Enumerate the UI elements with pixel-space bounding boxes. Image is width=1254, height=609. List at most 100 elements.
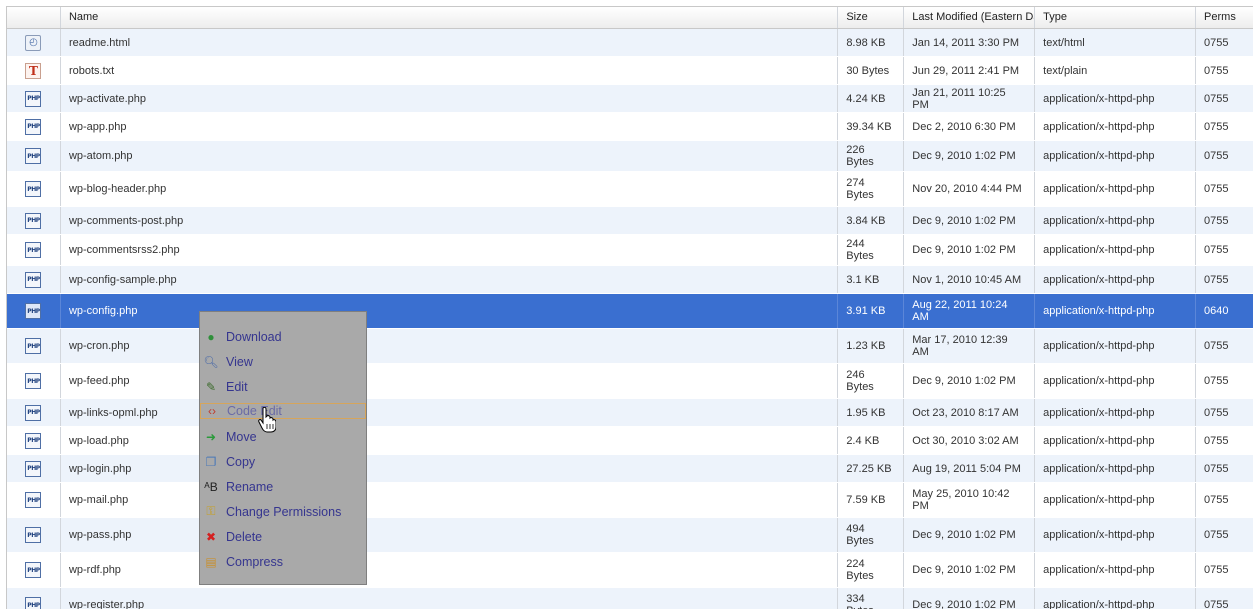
table-row[interactable]: PHP wp-blog-header.php 274 Bytes Nov 20,… [7,172,1253,207]
file-perms: 0755 [1204,244,1229,256]
header-perms[interactable]: Perms [1196,7,1253,28]
menu-item-label: Compress [226,554,283,569]
text-file-icon: T [25,62,42,79]
file-name[interactable]: wp-blog-header.php [61,172,839,206]
menu-code-edit[interactable]: ‹› Code Edit [200,403,366,419]
file-size: 274 Bytes [838,172,905,206]
header-type[interactable]: Type [1035,7,1197,28]
table-row[interactable]: PHP wp-app.php 39.34 KB Dec 2, 2010 6:30… [7,113,1253,141]
file-name[interactable]: wp-commentsrss2.php [61,235,839,265]
menu-edit[interactable]: ✎ Edit [200,374,366,399]
php-file-icon: PHP [25,527,42,543]
file-name[interactable]: wp-cron.php [61,329,839,363]
file-name[interactable]: wp-config-sample.php [61,266,839,293]
php-file-icon: PHP [25,242,42,258]
file-last-modified: Dec 9, 2010 1:02 PM [904,207,1036,234]
table-row[interactable]: T robots.txt 30 Bytes Jun 29, 2011 2:41 … [7,57,1253,85]
file-name[interactable]: wp-comments-post.php [61,207,839,234]
table-row[interactable]: PHP wp-mail.php 7.59 KB May 25, 2010 10:… [7,483,1253,518]
file-size: 2.4 KB [838,427,905,454]
file-type: application/x-httpd-php [1035,483,1197,517]
file-size: 224 Bytes [838,553,905,587]
menu-move[interactable]: ➜ Move [200,424,366,449]
table-row[interactable]: PHP wp-atom.php 226 Bytes Dec 9, 2010 1:… [7,141,1253,172]
table-row[interactable]: PHP wp-feed.php 246 Bytes Dec 9, 2010 1:… [7,364,1253,399]
file-name[interactable]: wp-pass.php [61,518,839,552]
file-name[interactable]: wp-links-opml.php [61,399,839,426]
file-last-modified: Dec 9, 2010 1:02 PM [904,141,1036,171]
menu-copy[interactable]: ❐ Copy [200,449,366,474]
file-type: application/x-httpd-php [1035,553,1197,587]
file-name[interactable]: readme.html [61,29,839,56]
file-name[interactable]: wp-app.php [61,113,839,140]
table-row[interactable]: PHP wp-login.php 27.25 KB Aug 19, 2011 5… [7,455,1253,483]
file-name[interactable]: wp-atom.php [61,141,839,171]
table-row[interactable]: PHP wp-links-opml.php 1.95 KB Oct 23, 20… [7,399,1253,427]
file-type: application/x-httpd-php [1035,427,1197,454]
menu-delete[interactable]: ✖ Delete [200,524,366,549]
header-last-modified[interactable]: Last Modified (Eastern Da [904,7,1036,28]
header-size[interactable]: Size [838,7,905,28]
table-row[interactable]: PHP wp-activate.php 4.24 KB Jan 21, 2011… [7,85,1253,113]
file-icon-cell: PHP [7,85,61,112]
rename-ab-icon: ᴬB [204,479,218,494]
file-icon-cell: PHP [7,235,61,265]
file-last-modified: Dec 9, 2010 1:02 PM [904,553,1036,587]
table-row[interactable]: PHP wp-comments-post.php 3.84 KB Dec 9, … [7,207,1253,235]
header-name[interactable]: Name [61,7,839,28]
file-name[interactable]: wp-activate.php [61,85,839,112]
html-file-icon: ◴ [25,34,42,51]
file-icon-cell: PHP [7,364,61,398]
menu-item-label: Copy [226,454,256,469]
file-type: text/html [1035,29,1197,56]
menu-compress[interactable]: ▤ Compress [200,549,366,574]
menu-item-label: Rename [226,479,274,494]
table-row[interactable]: PHP wp-config-sample.php 3.1 KB Nov 1, 2… [7,266,1253,294]
file-name[interactable]: wp-login.php [61,455,839,482]
menu-item-label: View [226,354,253,369]
table-row[interactable]: PHP wp-pass.php 494 Bytes Dec 9, 2010 1:… [7,518,1253,553]
file-type: application/x-httpd-php [1035,141,1197,171]
menu-rename[interactable]: ᴬB Rename [200,474,366,499]
delete-x-icon: ✖ [205,529,217,544]
file-icon-cell: PHP [7,483,61,517]
table-row[interactable]: PHP wp-register.php 334 Bytes Dec 9, 201… [7,588,1253,609]
table-row[interactable]: PHP wp-cron.php 1.23 KB Mar 17, 2010 12:… [7,329,1253,364]
table-row[interactable]: PHP wp-rdf.php 224 Bytes Dec 9, 2010 1:0… [7,553,1253,588]
file-perms: 0755 [1204,36,1229,49]
pencil-edit-icon: ✎ [205,379,217,394]
file-last-modified: Dec 9, 2010 1:02 PM [904,588,1036,609]
file-name[interactable]: wp-feed.php [61,364,839,398]
file-icon-cell: PHP [7,399,61,426]
menu-download[interactable]: ● Download [200,324,366,349]
file-size: 27.25 KB [838,455,905,482]
file-perms: 0755 [1204,406,1229,419]
file-name[interactable]: wp-register.php [61,588,839,609]
file-name[interactable]: robots.txt [61,57,839,84]
file-size: 3.91 KB [838,294,905,328]
file-type: application/x-httpd-php [1035,399,1197,426]
file-name[interactable]: wp-load.php [61,427,839,454]
table-row[interactable]: PHP wp-commentsrss2.php 244 Bytes Dec 9,… [7,235,1253,266]
file-name[interactable]: wp-mail.php [61,483,839,517]
file-type: application/x-httpd-php [1035,364,1197,398]
table-row[interactable]: ◴ readme.html 8.98 KB Jan 14, 2011 3:30 … [7,29,1253,57]
menu-view[interactable]: 🔍︎ View [200,349,366,374]
file-perms: 0755 [1204,64,1229,77]
hand-pointer-cursor-icon [258,407,276,433]
file-last-modified: Dec 2, 2010 6:30 PM [904,113,1036,140]
table-row[interactable]: PHP wp-config.php 3.91 KB Aug 22, 2011 1… [7,294,1253,329]
file-last-modified: Jun 29, 2011 2:41 PM [904,57,1036,84]
file-name[interactable]: wp-rdf.php [61,553,839,587]
file-size: 226 Bytes [838,141,905,171]
file-name[interactable]: wp-config.php [61,294,839,328]
file-size: 494 Bytes [838,518,905,552]
menu-change-permissions[interactable]: ⚿ Change Permissions [200,499,366,524]
globe-download-icon: ● [207,329,215,344]
table-row[interactable]: PHP wp-load.php 2.4 KB Oct 30, 2010 3:02… [7,427,1253,455]
php-file-icon: PHP [25,562,42,578]
file-perms: 0755 [1204,434,1229,447]
key-icon: ⚿ [206,504,216,518]
menu-item-label: Delete [226,529,263,544]
menu-item-label: Edit [226,379,248,394]
